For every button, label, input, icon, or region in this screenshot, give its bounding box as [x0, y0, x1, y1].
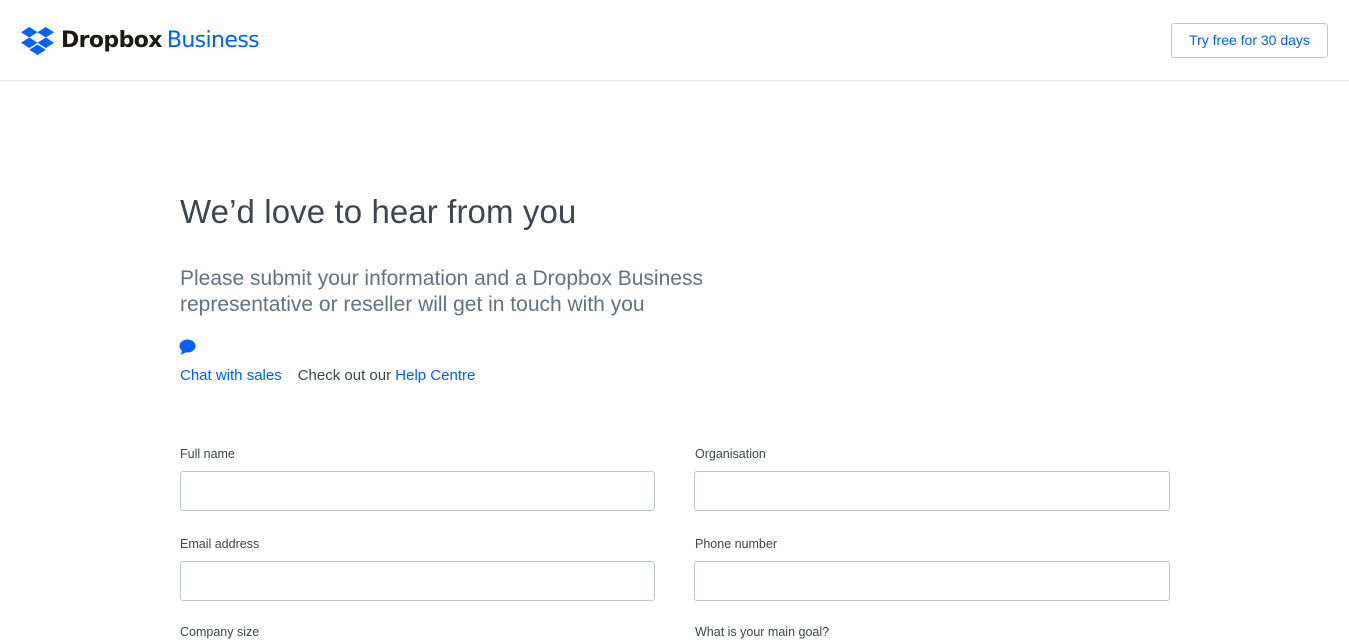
page-subtitle: Please submit your information and a Dro… — [180, 267, 703, 316]
full-name-input[interactable] — [180, 471, 655, 511]
site-header: Dropbox Business Try free for 30 days — [0, 0, 1349, 81]
main-goal-label: What is your main goal? — [695, 625, 830, 639]
page-title: We’d love to hear from you — [180, 193, 577, 230]
logo-brand: Dropbox — [61, 28, 162, 53]
help-centre-link[interactable]: Help Centre — [395, 367, 475, 384]
try-free-button[interactable]: Try free for 30 days — [1171, 23, 1328, 58]
logo-product: Business — [166, 28, 260, 53]
organisation-input[interactable] — [694, 471, 1170, 511]
contact-links: Chat with sales Check out our Help Centre — [180, 367, 475, 385]
dropbox-business-logo[interactable]: Dropbox Business — [21, 26, 260, 56]
full-name-label: Full name — [180, 447, 235, 461]
email-label: Email address — [180, 537, 260, 551]
phone-input[interactable] — [694, 561, 1170, 601]
help-centre-text: Check out our Help Centre — [298, 367, 476, 384]
speech-bubble-icon[interactable] — [179, 339, 196, 355]
organisation-label: Organisation — [695, 447, 766, 461]
dropbox-box-icon — [21, 26, 54, 55]
phone-label: Phone number — [695, 537, 778, 551]
logo-text: Dropbox Business — [61, 26, 260, 56]
company-size-label: Company size — [180, 625, 260, 639]
chat-with-sales-link[interactable]: Chat with sales — [180, 367, 282, 384]
help-prefix: Check out our — [297, 367, 392, 384]
email-input[interactable] — [180, 561, 655, 601]
